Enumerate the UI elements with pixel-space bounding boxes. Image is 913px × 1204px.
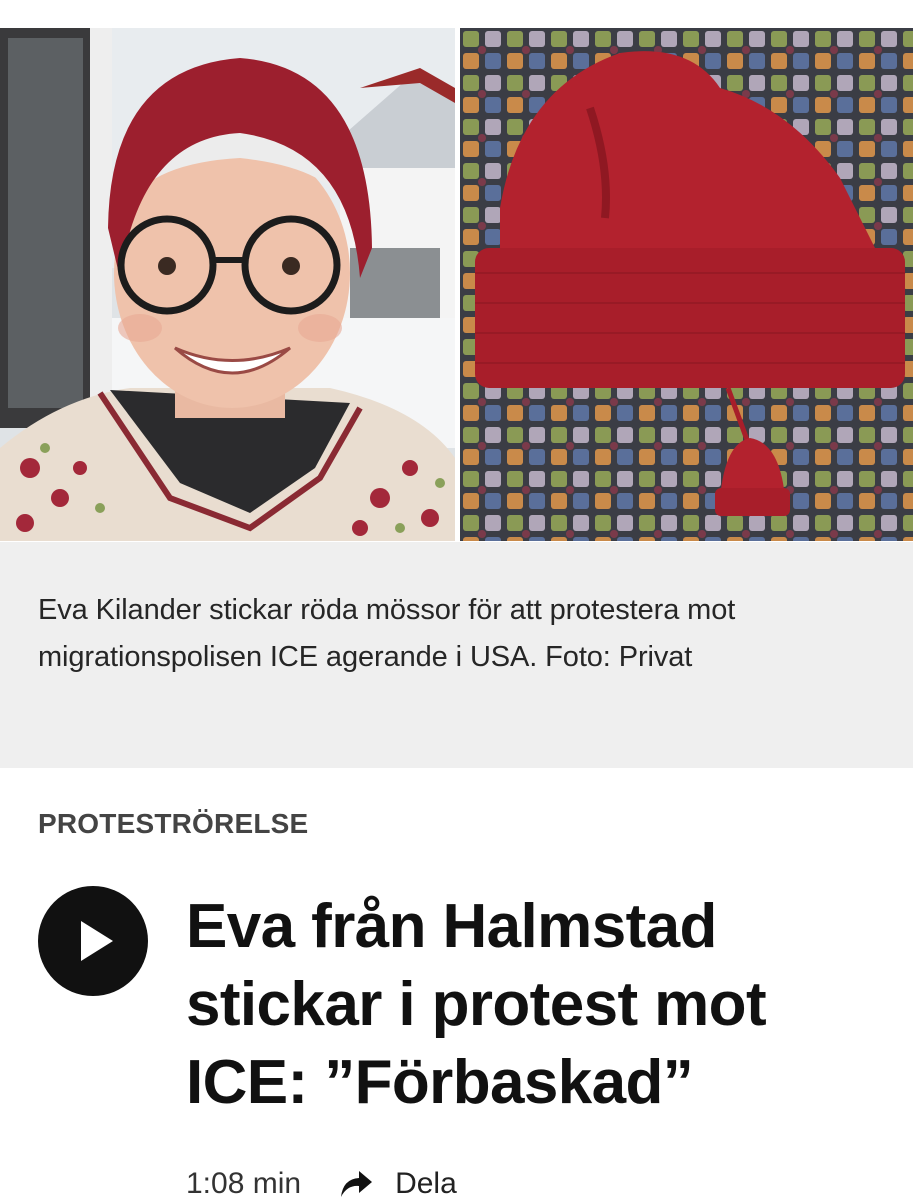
share-arrow-icon xyxy=(339,1169,373,1199)
portrait-photo[interactable] xyxy=(0,28,455,541)
red-hat-photo[interactable] xyxy=(460,28,913,541)
share-button[interactable]: Dela xyxy=(339,1167,457,1201)
share-label: Dela xyxy=(395,1167,457,1200)
photo-strip: Eva Kilander stickar röda mössor för att… xyxy=(0,0,913,768)
play-icon xyxy=(81,921,113,961)
category-label[interactable]: PROTESTRÖRELSE xyxy=(38,808,308,840)
photo-caption: Eva Kilander stickar röda mössor för att… xyxy=(0,542,913,768)
article-headline: Eva från Halmstad stickar i protest mot … xyxy=(186,892,767,1117)
article-meta: 1:08 min Dela xyxy=(186,1164,457,1204)
audio-duration: 1:08 min xyxy=(186,1167,302,1200)
play-button[interactable] xyxy=(38,886,148,996)
caption-text: Eva Kilander stickar röda mössor för att… xyxy=(38,594,736,673)
